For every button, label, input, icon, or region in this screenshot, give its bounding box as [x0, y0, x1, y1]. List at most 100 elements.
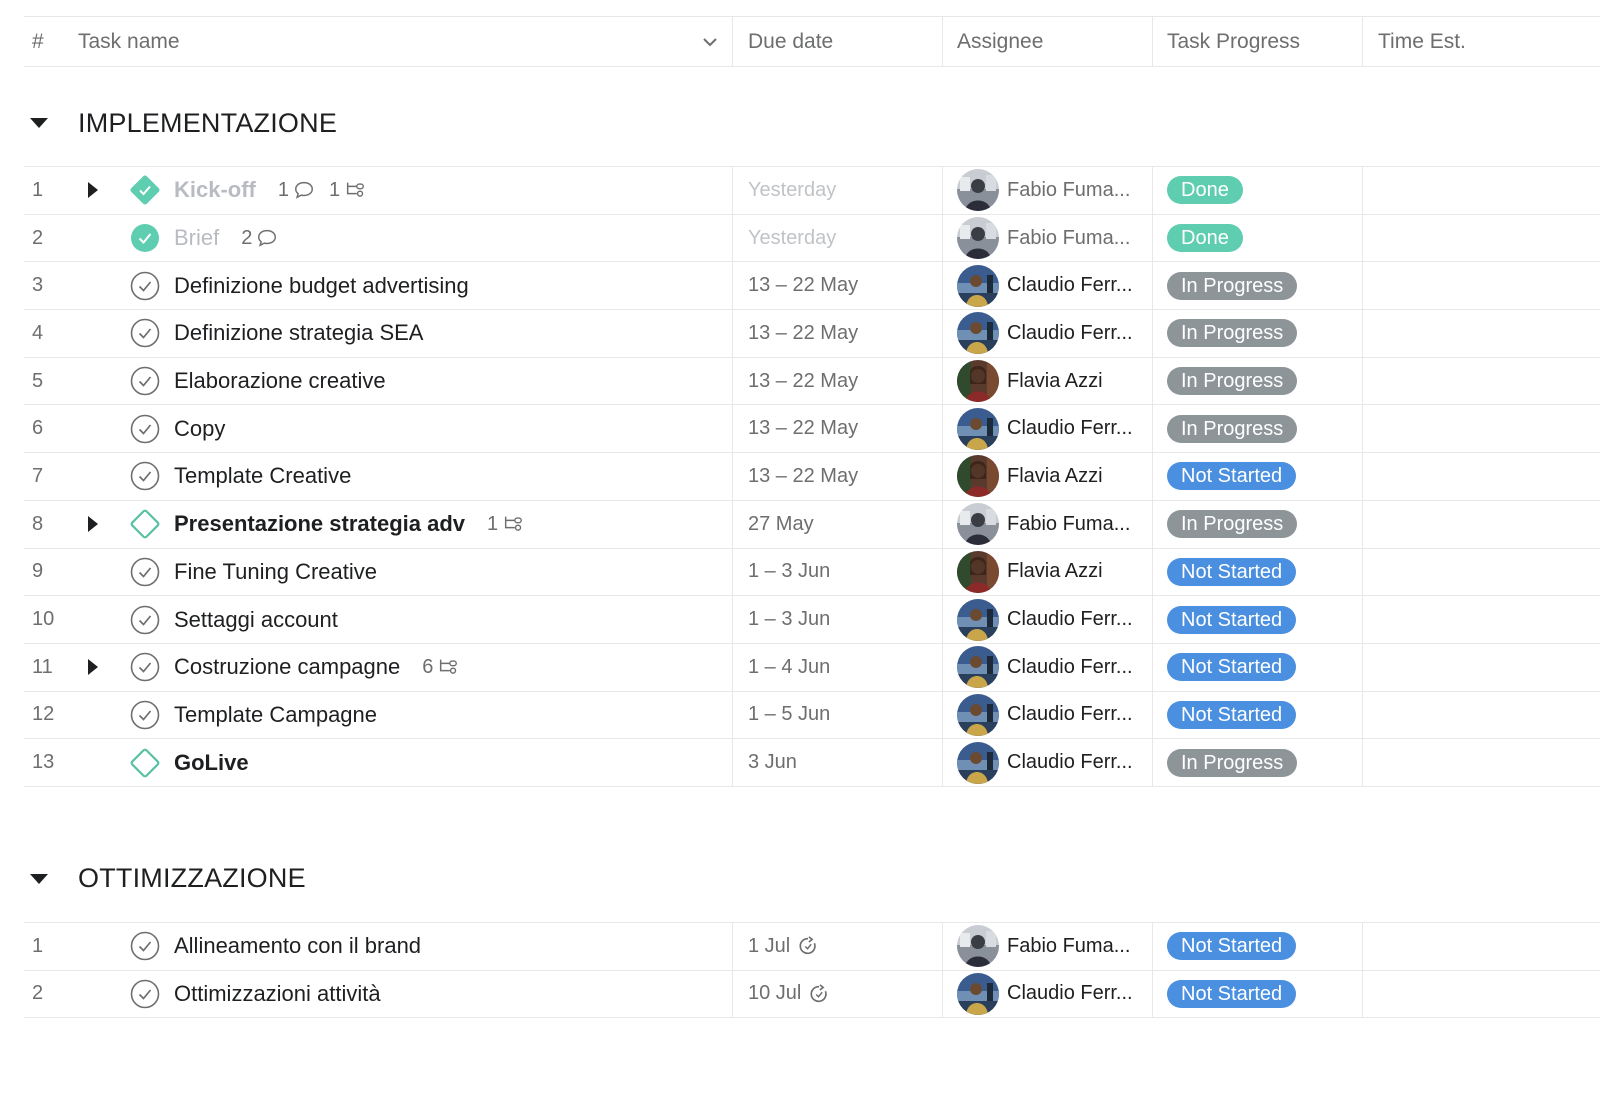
due-date-cell[interactable]: 3 Jun — [732, 739, 942, 786]
caret-right-icon[interactable] — [88, 659, 98, 676]
assignee-cell[interactable]: Fabio Fuma... — [942, 500, 1152, 548]
assignee-cell[interactable]: Claudio Ferr... — [942, 643, 1152, 691]
task-progress-cell[interactable]: Done — [1152, 167, 1362, 214]
time-est-cell[interactable] — [1362, 970, 1600, 1018]
check-circle-icon[interactable] — [129, 699, 161, 731]
assignee-cell[interactable]: Claudio Ferr... — [942, 405, 1152, 453]
task-name-cell[interactable]: 4 Definizione strategia SEA — [24, 310, 732, 357]
assignee-cell[interactable]: Fabio Fuma... — [942, 167, 1152, 214]
status-badge[interactable]: In Progress — [1167, 367, 1298, 396]
table-row[interactable]: 7 Template Creative 13 – 22 May Flavia Azzi… — [24, 453, 1600, 501]
due-date-cell[interactable]: 1 – 5 Jun — [732, 691, 942, 739]
milestone-icon[interactable] — [129, 508, 161, 540]
time-est-cell[interactable] — [1362, 922, 1600, 970]
assignee-cell[interactable]: Claudio Ferr... — [942, 262, 1152, 310]
table-row[interactable]: 1 Allineamento con il brand 1 Jul Fabio Fum… — [24, 922, 1600, 971]
assignee-cell[interactable]: Claudio Ferr... — [942, 691, 1152, 739]
time-est-cell[interactable] — [1362, 548, 1600, 596]
due-date-cell[interactable]: 10 Jul — [732, 970, 942, 1018]
task-name[interactable]: Template Campagne — [174, 702, 377, 728]
column-due-date[interactable]: Due date — [732, 17, 942, 66]
assignee-cell[interactable]: Claudio Ferr... — [942, 970, 1152, 1018]
task-progress-cell[interactable]: Not Started — [1152, 970, 1362, 1018]
task-name-cell[interactable]: 10 Settaggi account — [24, 596, 732, 643]
status-badge[interactable]: Done — [1167, 176, 1243, 205]
task-name[interactable]: Kick-off 1 1 — [174, 177, 380, 203]
time-est-cell[interactable] — [1362, 596, 1600, 643]
due-date-cell[interactable]: 27 May — [732, 500, 942, 548]
table-row[interactable]: 4 Definizione strategia SEA 13 – 22 May Cla… — [24, 310, 1600, 358]
assignee-cell[interactable]: Fabio Fuma... — [942, 922, 1152, 970]
task-progress-cell[interactable]: Not Started — [1152, 596, 1362, 643]
task-name-cell[interactable]: 7 Template Creative — [24, 453, 732, 500]
table-row[interactable]: 12 Template Campagne 1 – 5 Jun Claudio Ferr… — [24, 691, 1600, 740]
time-est-cell[interactable] — [1362, 691, 1600, 739]
section-title[interactable]: OTTIMIZZAZIONE — [78, 863, 306, 894]
status-badge[interactable]: Not Started — [1167, 557, 1297, 586]
task-progress-cell[interactable]: Not Started — [1152, 922, 1362, 970]
status-badge[interactable]: Not Started — [1167, 605, 1297, 634]
time-est-cell[interactable] — [1362, 453, 1600, 500]
task-name-cell[interactable]: 3 Definizione budget advertising — [24, 262, 732, 309]
task-progress-cell[interactable]: In Progress — [1152, 405, 1362, 453]
check-circle-icon[interactable] — [129, 930, 161, 962]
caret-right-icon[interactable] — [88, 516, 98, 533]
task-name-cell[interactable]: 2 Brief 2 — [24, 215, 732, 262]
due-date-cell[interactable]: 13 – 22 May — [732, 310, 942, 357]
task-name-cell[interactable]: 8 Presentazione strategia adv 1 — [24, 501, 732, 548]
assignee-cell[interactable]: Claudio Ferr... — [942, 596, 1152, 643]
assignee-cell[interactable]: Flavia Azzi — [942, 548, 1152, 596]
status-badge[interactable]: In Progress — [1167, 510, 1298, 539]
task-name[interactable]: Template Creative — [174, 463, 351, 489]
due-date-cell[interactable]: Yesterday — [732, 214, 942, 262]
check-done-icon[interactable] — [129, 222, 161, 254]
table-row[interactable]: 13 GoLive 3 Jun Claudio Ferr... In Progress — [24, 739, 1600, 787]
task-name[interactable]: Definizione budget advertising — [174, 273, 469, 299]
status-badge[interactable]: Not Started — [1167, 462, 1297, 491]
task-progress-cell[interactable]: In Progress — [1152, 262, 1362, 310]
check-circle-icon[interactable] — [129, 556, 161, 588]
status-badge[interactable]: Not Started — [1167, 932, 1297, 961]
task-name[interactable]: Elaborazione creative — [174, 368, 386, 394]
time-est-cell[interactable] — [1362, 262, 1600, 310]
task-name[interactable]: Allineamento con il brand — [174, 933, 421, 959]
task-progress-cell[interactable]: In Progress — [1152, 500, 1362, 548]
table-row[interactable]: 11 Costruzione campagne 6 1 – 4 Jun Claudio … — [24, 643, 1600, 692]
due-date-cell[interactable]: 1 – 4 Jun — [732, 643, 942, 691]
task-name-cell[interactable]: 6 Copy — [24, 405, 732, 452]
table-row[interactable]: 10 Settaggi account 1 – 3 Jun Claudio Ferr.… — [24, 596, 1600, 644]
due-date-cell[interactable]: 1 – 3 Jun — [732, 596, 942, 643]
task-name-cell[interactable]: 11 Costruzione campagne 6 — [24, 644, 732, 691]
table-row[interactable]: 2 Ottimizzazioni attività 10 Jul Claudio Fe… — [24, 970, 1600, 1019]
assignee-cell[interactable]: Fabio Fuma... — [942, 214, 1152, 262]
status-badge[interactable]: In Progress — [1167, 319, 1298, 348]
task-name-cell[interactable]: 9 Fine Tuning Creative — [24, 549, 732, 596]
caret-down-icon[interactable] — [30, 118, 48, 128]
task-name[interactable]: Fine Tuning Creative — [174, 559, 377, 585]
due-date-cell[interactable]: 1 Jul — [732, 922, 942, 970]
check-circle-icon[interactable] — [129, 460, 161, 492]
task-name[interactable]: Ottimizzazioni attività — [174, 981, 381, 1007]
task-name[interactable]: Brief 2 — [174, 225, 292, 251]
column-task-progress[interactable]: Task Progress — [1152, 17, 1362, 66]
assignee-cell[interactable]: Claudio Ferr... — [942, 310, 1152, 357]
time-est-cell[interactable] — [1362, 405, 1600, 453]
time-est-cell[interactable] — [1362, 357, 1600, 405]
task-progress-cell[interactable]: Not Started — [1152, 453, 1362, 500]
task-name[interactable]: Settaggi account — [174, 607, 338, 633]
task-name-cell[interactable]: 1 Allineamento con il brand — [24, 923, 732, 970]
task-name[interactable]: GoLive — [174, 750, 249, 776]
section-title[interactable]: IMPLEMENTAZIONE — [78, 108, 337, 139]
check-circle-icon[interactable] — [129, 270, 161, 302]
task-name-cell[interactable]: 12 Template Campagne — [24, 692, 732, 739]
time-est-cell[interactable] — [1362, 214, 1600, 262]
due-date-cell[interactable]: 13 – 22 May — [732, 405, 942, 453]
time-est-cell[interactable] — [1362, 739, 1600, 786]
status-badge[interactable]: Not Started — [1167, 700, 1297, 729]
task-name[interactable]: Presentazione strategia adv 1 — [174, 511, 538, 537]
caret-right-icon[interactable] — [88, 182, 98, 199]
task-name-cell[interactable]: 13 GoLive — [24, 739, 732, 786]
status-badge[interactable]: In Progress — [1167, 271, 1298, 300]
task-progress-cell[interactable]: Not Started — [1152, 643, 1362, 691]
column-assignee[interactable]: Assignee — [942, 17, 1152, 66]
